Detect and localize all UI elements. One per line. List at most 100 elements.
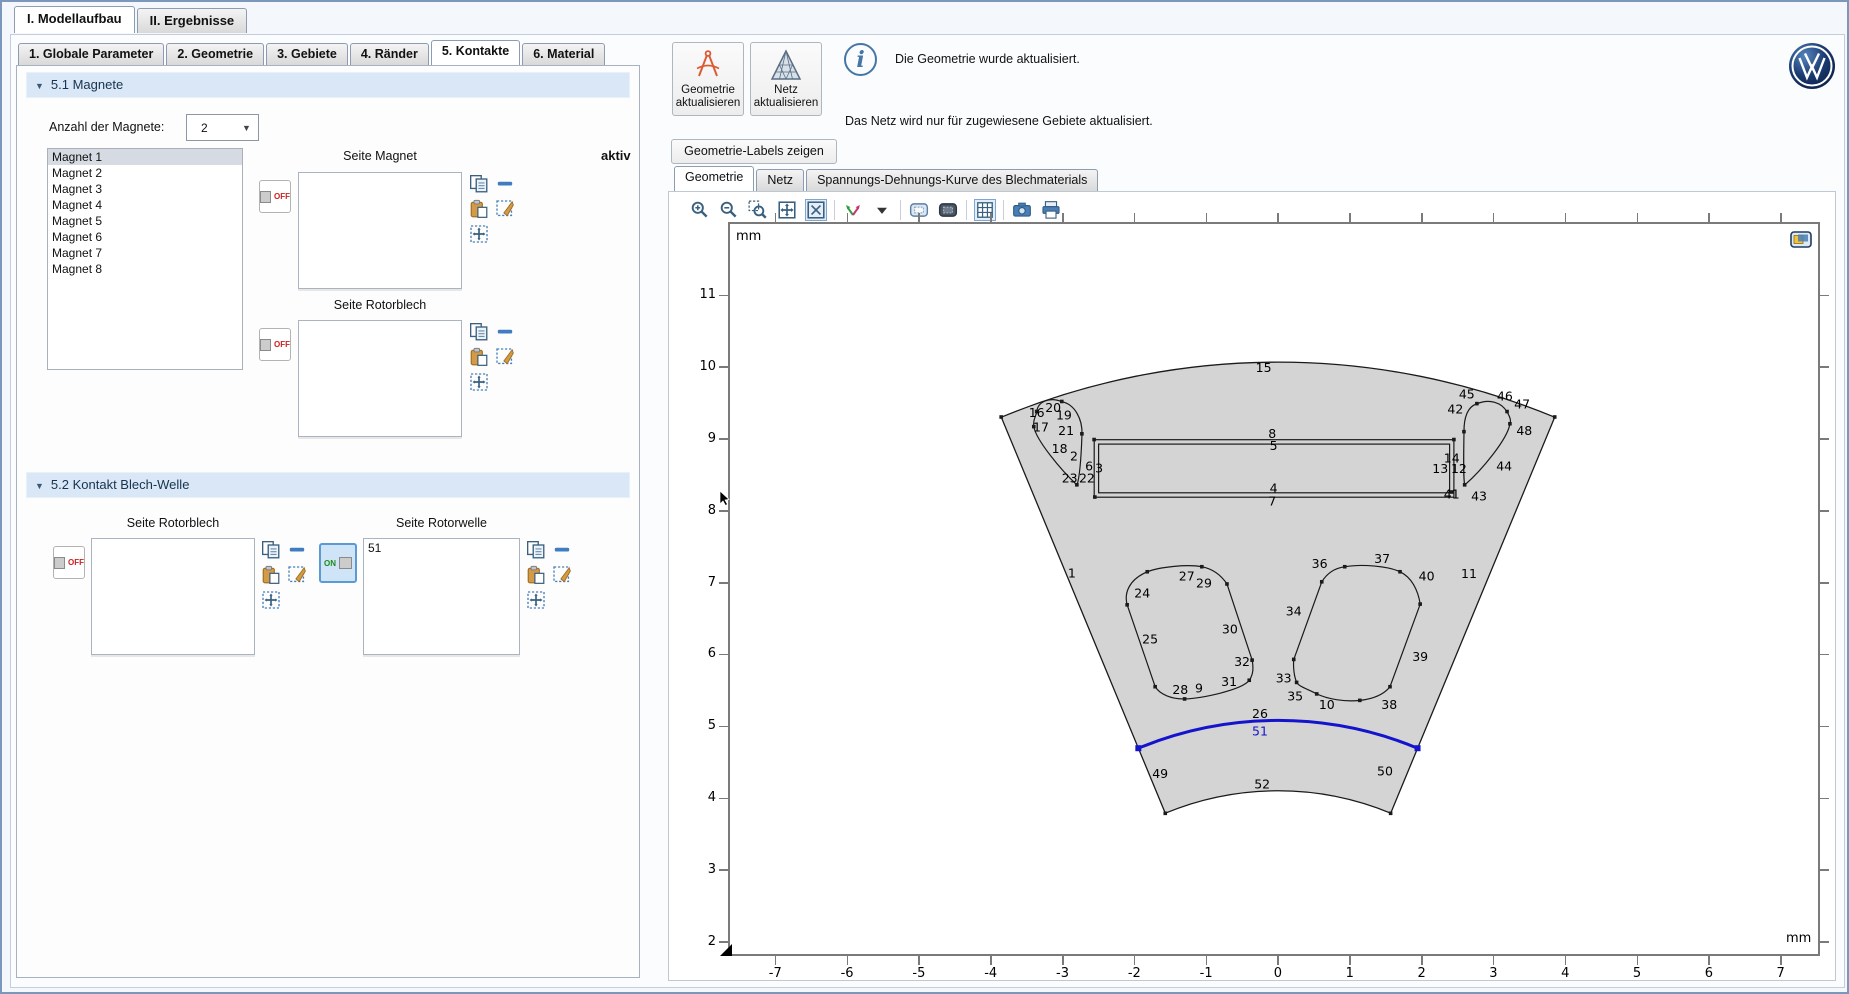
axis-tick: [990, 956, 992, 965]
paste-selection-icon[interactable]: [469, 347, 489, 367]
kontakt-rotorblech-selection-tools: [261, 540, 313, 615]
caret-down-icon[interactable]: [871, 199, 893, 221]
zoom-out-icon[interactable]: [718, 199, 740, 221]
section-header-magnete[interactable]: ▼5.1 Magnete: [26, 72, 630, 98]
zoom-to-selection-icon[interactable]: [526, 590, 546, 610]
edge-label-7: 7: [1268, 494, 1276, 509]
magnet-list-item[interactable]: Magnet 4: [48, 197, 242, 213]
main-tab-ii-ergebnisse[interactable]: II. Ergebnisse: [137, 8, 248, 33]
info-message-geometry: Die Geometrie wurde aktualisiert.: [895, 52, 1080, 66]
sub-tab-2-geometrie[interactable]: 2. Geometrie: [166, 43, 264, 65]
update-geometry-button[interactable]: Geometrieaktualisieren: [672, 42, 744, 116]
axis-tick: [1421, 956, 1423, 965]
remove-selection-icon[interactable]: [495, 322, 515, 342]
edge-label-22: 22: [1079, 471, 1095, 486]
clear-selection-icon[interactable]: [495, 347, 515, 367]
edge-label-46: 46: [1497, 389, 1513, 404]
paste-selection-icon[interactable]: [526, 565, 546, 585]
axis-orientation-icon[interactable]: [842, 199, 864, 221]
section-header-kontakt[interactable]: ▼5.2 Kontakt Blech-Welle: [26, 472, 630, 498]
clear-selection-icon[interactable]: [495, 199, 515, 219]
copy-selection-icon[interactable]: [526, 540, 546, 560]
magnet-list-item[interactable]: Magnet 6: [48, 229, 242, 245]
selection-title-seite-rotorblech: Seite Rotorblech: [298, 298, 462, 312]
remove-selection-icon[interactable]: [495, 174, 515, 194]
show-geometry-labels-button[interactable]: Geometrie-Labels zeigen: [671, 139, 837, 164]
geometry-vertex: [1475, 402, 1479, 406]
axis-tick: [847, 213, 849, 222]
sub-tab-6-material[interactable]: 6. Material: [522, 43, 605, 65]
remove-selection-icon[interactable]: [552, 540, 572, 560]
seite-rotorblech-toggle[interactable]: OFF: [259, 328, 291, 361]
geometry-vertex: [1553, 415, 1557, 419]
axis-tick: [1206, 956, 1208, 965]
magnet-list[interactable]: Magnet 1Magnet 2Magnet 3Magnet 4Magnet 5…: [47, 148, 243, 370]
seite-rotorblech-selection-box[interactable]: [298, 320, 462, 437]
remove-selection-icon[interactable]: [287, 540, 307, 560]
axis-tick: [1780, 956, 1782, 965]
magnet-list-item[interactable]: Magnet 3: [48, 181, 242, 197]
edge-label-39: 39: [1412, 649, 1428, 664]
edge-label-5: 5: [1270, 438, 1278, 453]
magnet-list-item[interactable]: Magnet 2: [48, 165, 242, 181]
edge-label-41: 41: [1444, 486, 1460, 501]
axis-tick: [719, 798, 728, 800]
magnet-list-item[interactable]: Magnet 1: [48, 149, 242, 165]
paste-selection-icon[interactable]: [261, 565, 281, 585]
magnet-list-item[interactable]: Magnet 7: [48, 245, 242, 261]
info-icon: i: [844, 43, 877, 76]
copy-image-dark-icon[interactable]: [937, 199, 959, 221]
graphics-tab-netz[interactable]: Netz: [756, 169, 804, 191]
kontakt-rotorblech-toggle[interactable]: OFF: [53, 546, 85, 579]
axis-tick: [918, 956, 920, 965]
main-tab-bar: I. ModellaufbauII. Ergebnisse: [14, 6, 249, 33]
geometry-vertex: [1153, 685, 1157, 689]
fit-window-icon[interactable]: [805, 199, 827, 221]
grid-icon[interactable]: [974, 199, 996, 221]
edge-label-36: 36: [1312, 556, 1328, 571]
zoom-box-icon[interactable]: [747, 199, 769, 221]
clear-selection-icon[interactable]: [552, 565, 572, 585]
app-window: I. ModellaufbauII. Ergebnisse 1. Globale…: [0, 0, 1849, 994]
update-mesh-button[interactable]: Netzaktualisieren: [750, 42, 822, 116]
copy-selection-icon[interactable]: [469, 322, 489, 342]
kontakt-rotorblech-selection-box[interactable]: [91, 538, 255, 655]
magnet-list-item[interactable]: Magnet 8: [48, 261, 242, 277]
x-axis-tick-label: -4: [974, 966, 1008, 981]
graphics-tab-spannungs-dehnungs-kurve-des-blechmaterials[interactable]: Spannungs-Dehnungs-Kurve des Blechmateri…: [806, 169, 1098, 191]
zoom-to-selection-icon[interactable]: [469, 372, 489, 392]
sub-tab-1-globale-parameter[interactable]: 1. Globale Parameter: [18, 43, 164, 65]
edge-label-9: 9: [1195, 680, 1203, 695]
seite-magnet-toggle[interactable]: OFF: [259, 180, 291, 213]
copy-selection-icon[interactable]: [261, 540, 281, 560]
axis-tick: [1820, 582, 1829, 584]
rotorwelle-toggle[interactable]: ON: [319, 543, 357, 583]
copy-selection-icon[interactable]: [469, 174, 489, 194]
sub-tab-3-gebiete[interactable]: 3. Gebiete: [266, 43, 348, 65]
axis-tick: [1708, 213, 1710, 222]
main-tab-i-modellaufbau[interactable]: I. Modellaufbau: [14, 6, 135, 33]
edge-label-29: 29: [1196, 575, 1212, 590]
aktiv-label: aktiv: [601, 148, 631, 163]
seite-magnet-selection-box[interactable]: [298, 172, 462, 289]
zoom-in-icon[interactable]: [689, 199, 711, 221]
magnet-list-item[interactable]: Magnet 5: [48, 213, 242, 229]
clear-selection-icon[interactable]: [287, 565, 307, 585]
section-title: 5.1 Magnete: [51, 77, 123, 92]
zoom-to-selection-icon[interactable]: [261, 590, 281, 610]
camera-icon[interactable]: [1011, 199, 1033, 221]
sub-tab-5-kontakte[interactable]: 5. Kontakte: [431, 40, 520, 65]
zoom-extents-icon[interactable]: [776, 199, 798, 221]
graphics-tab-geometrie[interactable]: Geometrie: [674, 166, 754, 191]
x-axis-tick-label: 3: [1476, 966, 1510, 981]
paste-selection-icon[interactable]: [469, 199, 489, 219]
geometry-vertex: [1093, 495, 1097, 499]
sub-tab-4-ränder[interactable]: 4. Ränder: [350, 43, 429, 65]
zoom-to-selection-icon[interactable]: [469, 224, 489, 244]
rotorwelle-selection-box[interactable]: 51: [363, 538, 520, 655]
print-icon[interactable]: [1040, 199, 1062, 221]
edge-label-25: 25: [1142, 632, 1158, 647]
axis-tick: [1820, 366, 1829, 368]
magnet-count-dropdown[interactable]: 2 ▼: [186, 114, 259, 141]
axis-tick: [1206, 213, 1208, 222]
